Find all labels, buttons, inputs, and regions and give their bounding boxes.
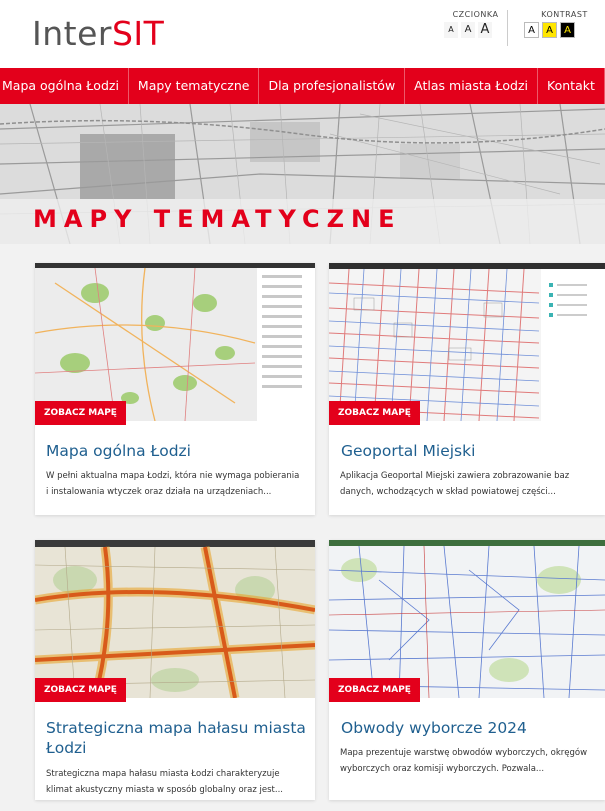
view-map-button[interactable]: ZOBACZ MAPĘ — [35, 401, 126, 425]
main-navigation: Mapa ogólna Łodzi Mapy tematyczne Dla prof… — [0, 68, 605, 104]
map-card-geoportal[interactable]: ZOBACZ MAPĘ Geoportal Miejski Aplikacja … — [329, 263, 605, 515]
nav-item-atlas[interactable]: Atlas miasta Łodzi — [405, 68, 539, 104]
map-thumbnail[interactable] — [35, 540, 315, 698]
map-card-mapa-ogolna[interactable]: ZOBACZ MAPĘ Mapa ogólna Łodzi W pełni ak… — [35, 263, 315, 515]
site-header: InterSIT CZCIONKA AAA KONTRAST AAA — [0, 0, 605, 68]
card-title[interactable]: Mapa ogólna Łodzi — [46, 441, 191, 461]
contrast-yellow-button[interactable]: A — [542, 22, 557, 38]
map-card-mapa-halasu[interactable]: ZOBACZ MAPĘ Strategiczna mapa hałasu mia… — [35, 540, 315, 800]
page-title: MAPY TEMATYCZNE — [33, 205, 402, 233]
view-map-button[interactable]: ZOBACZ MAPĘ — [329, 678, 420, 702]
contrast-dark-button[interactable]: A — [560, 22, 575, 38]
site-logo[interactable]: InterSIT — [32, 14, 164, 53]
font-size-medium-button[interactable]: A — [461, 22, 475, 38]
font-size-large-button[interactable]: A — [478, 22, 492, 38]
map-thumbnail[interactable] — [35, 263, 315, 421]
map-thumbnail[interactable] — [329, 540, 605, 698]
contrast-controls: KONTRAST AAA — [524, 10, 605, 46]
card-description: Strategiczna mapa hałasu miasta Łodzi ch… — [46, 769, 283, 795]
card-description: Aplikacja Geoportal Miejski zawiera zobr… — [340, 471, 570, 497]
nav-item-dla-profesjonalistow[interactable]: Dla profesjonalistów — [259, 68, 406, 104]
view-map-button[interactable]: ZOBACZ MAPĘ — [329, 401, 420, 425]
view-map-button[interactable]: ZOBACZ MAPĘ — [35, 678, 126, 702]
card-title[interactable]: Geoportal Miejski — [341, 441, 475, 461]
map-card-obwody-wyborcze[interactable]: ZOBACZ MAPĘ Obwody wyborcze 2024 Mapa pr… — [329, 540, 605, 800]
card-description: W pełni aktualna mapa Łodzi, która nie w… — [46, 471, 300, 497]
font-size-label: CZCIONKA — [452, 10, 499, 19]
font-size-controls: CZCIONKA AAA — [444, 10, 508, 46]
contrast-label: KONTRAST — [541, 10, 588, 19]
contrast-normal-button[interactable]: A — [524, 22, 539, 38]
nav-item-mapy-tematyczne[interactable]: Mapy tematyczne — [129, 68, 260, 104]
card-description: Mapa prezentuje warstwę obwodów wyborczy… — [340, 748, 588, 774]
nav-item-kontakt[interactable]: Kontakt — [538, 68, 605, 104]
font-size-small-button[interactable]: A — [444, 22, 458, 38]
card-title[interactable]: Strategiczna mapa hałasu miasta Łodzi — [46, 718, 306, 758]
card-title[interactable]: Obwody wyborcze 2024 — [341, 718, 527, 738]
nav-item-mapa-ogolna[interactable]: Mapa ogólna Łodzi — [0, 68, 129, 104]
map-thumbnail[interactable] — [329, 263, 605, 421]
